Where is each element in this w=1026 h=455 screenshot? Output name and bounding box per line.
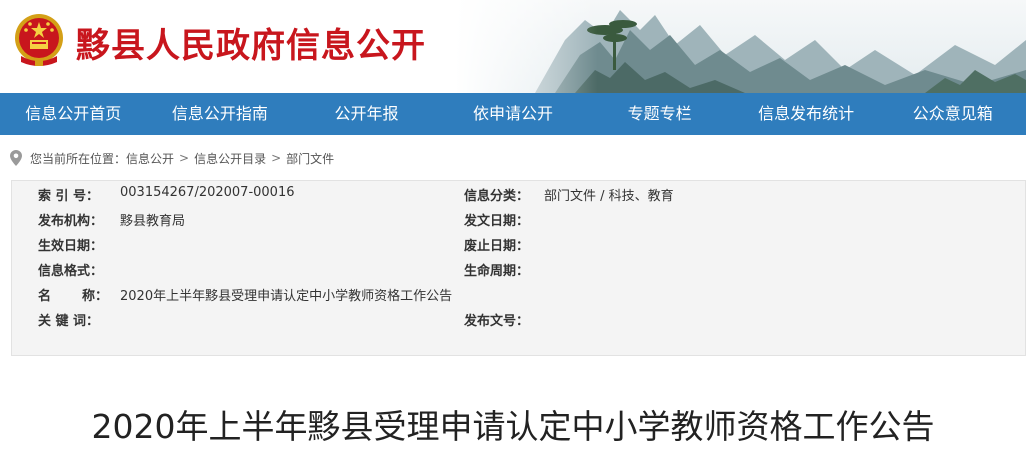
keywords-label: 关 键 词： [38,314,100,329]
publishing-org-label: 发布机构： [38,214,104,229]
abolished-date-label: 废止日期： [464,239,530,254]
category-label: 信息分类： [464,189,530,204]
nav-item-statistics[interactable]: 信息发布统计 [733,93,880,135]
breadcrumb-separator: > [271,151,282,165]
main-nav: 信息公开首页 信息公开指南 公开年报 依申请公开 专题专栏 信息发布统计 公众意… [0,93,1026,135]
nav-item-special-topics[interactable]: 专题专栏 [586,93,733,135]
mountain-banner [455,0,1026,93]
breadcrumb-item-dept-files[interactable]: 部门文件 [286,150,334,167]
nav-item-home[interactable]: 信息公开首页 [0,93,147,135]
document-title: 2020年上半年黟县受理申请认定中小学教师资格工作公告 [91,407,935,446]
document-metadata-box: 索 引 号： 003154267/202007-00016 信息分类： 部门文件… [11,180,1026,356]
breadcrumb-item-info-disclosure[interactable]: 信息公开 [126,150,174,167]
lifecycle-label: 生命周期： [464,264,530,279]
national-emblem-icon [15,14,63,66]
site-title: 黟县人民政府信息公开 [76,26,426,66]
effective-date-label: 生效日期： [38,239,104,254]
nav-item-guide[interactable]: 信息公开指南 [147,93,294,135]
nav-item-feedback[interactable]: 公众意见箱 [879,93,1026,135]
name-value: 2020年上半年黟县受理申请认定中小学教师资格工作公告 [120,289,453,304]
nav-item-annual-report[interactable]: 公开年报 [293,93,440,135]
index-number-value: 003154267/202007-00016 [120,185,295,200]
breadcrumb-item-catalog[interactable]: 信息公开目录 [194,150,266,167]
site-header: 黟县人民政府信息公开 [0,0,1026,93]
name-label-first-char: 名 [38,289,52,304]
breadcrumb: 您当前所在位置： 信息公开 > 信息公开目录 > 部门文件 [10,148,334,168]
breadcrumb-prefix: 您当前所在位置： [30,151,127,166]
name-label-rest: 称： [82,289,109,304]
issue-date-label: 发文日期： [464,214,530,229]
document-number-label: 发布文号： [464,314,530,329]
index-number-label: 索 引 号： [38,189,100,204]
info-format-label: 信息格式： [38,264,104,279]
category-value: 部门文件 / 科技、教育 [544,189,674,204]
publishing-org-value: 黟县教育局 [120,214,186,229]
map-pin-icon [10,150,22,166]
nav-item-request[interactable]: 依申请公开 [440,93,587,135]
breadcrumb-separator: > [179,151,190,165]
